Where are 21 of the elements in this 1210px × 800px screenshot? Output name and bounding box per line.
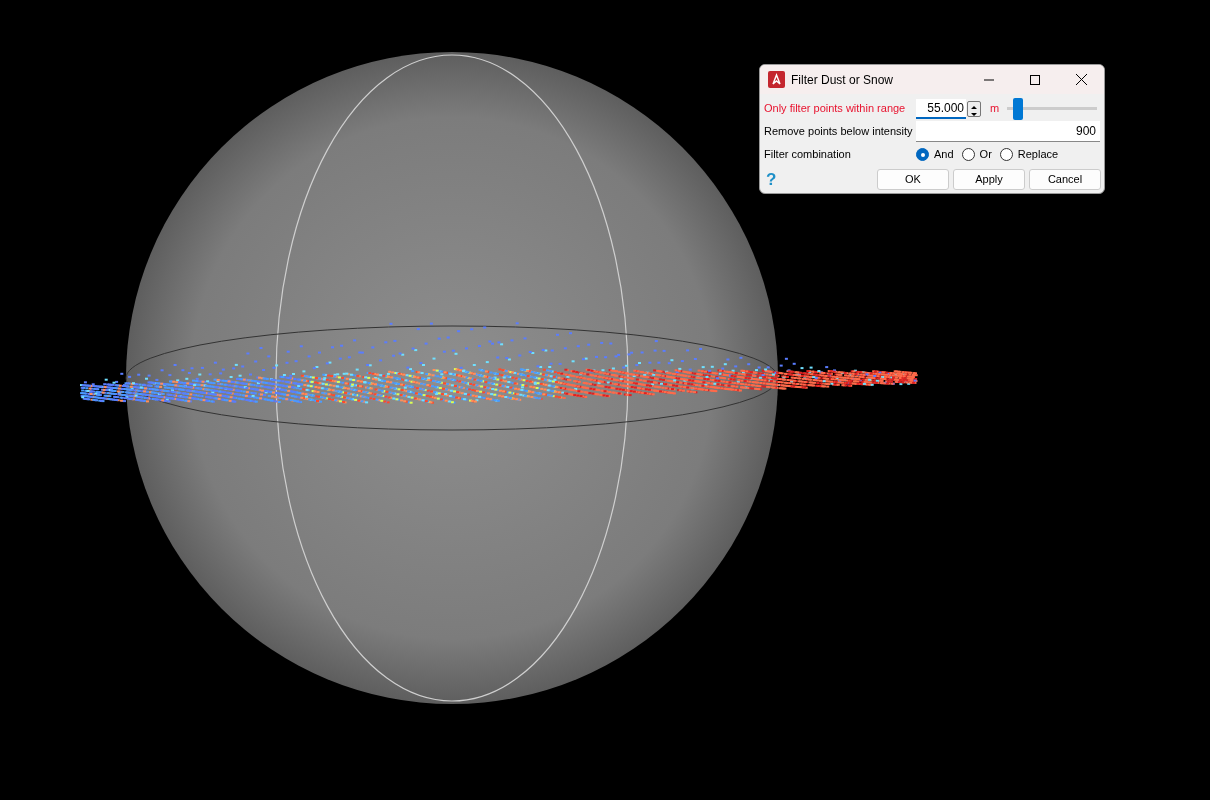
range-label: Only filter points within range [764, 101, 907, 117]
slider-thumb[interactable] [1012, 97, 1023, 120]
dialog-button[interactable]: Cancel [1029, 169, 1101, 190]
radio-option[interactable]: And [916, 146, 954, 163]
app-logo-icon [768, 71, 785, 88]
unit-label: m [990, 101, 1000, 117]
radio-option[interactable]: Or [961, 146, 992, 163]
window-title: Filter Dust or Snow [791, 71, 895, 89]
intensity-label: Remove points below intensity [764, 124, 914, 140]
combination-label: Filter combination [764, 147, 852, 163]
intensity-field[interactable]: 900 [916, 121, 1100, 142]
spin-button[interactable] [967, 100, 981, 117]
radio-button[interactable] [916, 148, 929, 161]
radio-button[interactable] [961, 148, 975, 161]
range-field[interactable]: 55.000 [916, 98, 966, 119]
close-icon [1075, 74, 1087, 85]
maximize-icon [1030, 74, 1040, 85]
radio-button[interactable] [999, 148, 1013, 161]
dialog-button[interactable]: OK [877, 169, 949, 190]
radio-option[interactable]: Replace [999, 146, 1059, 163]
dialog-button[interactable]: Apply [953, 169, 1025, 190]
